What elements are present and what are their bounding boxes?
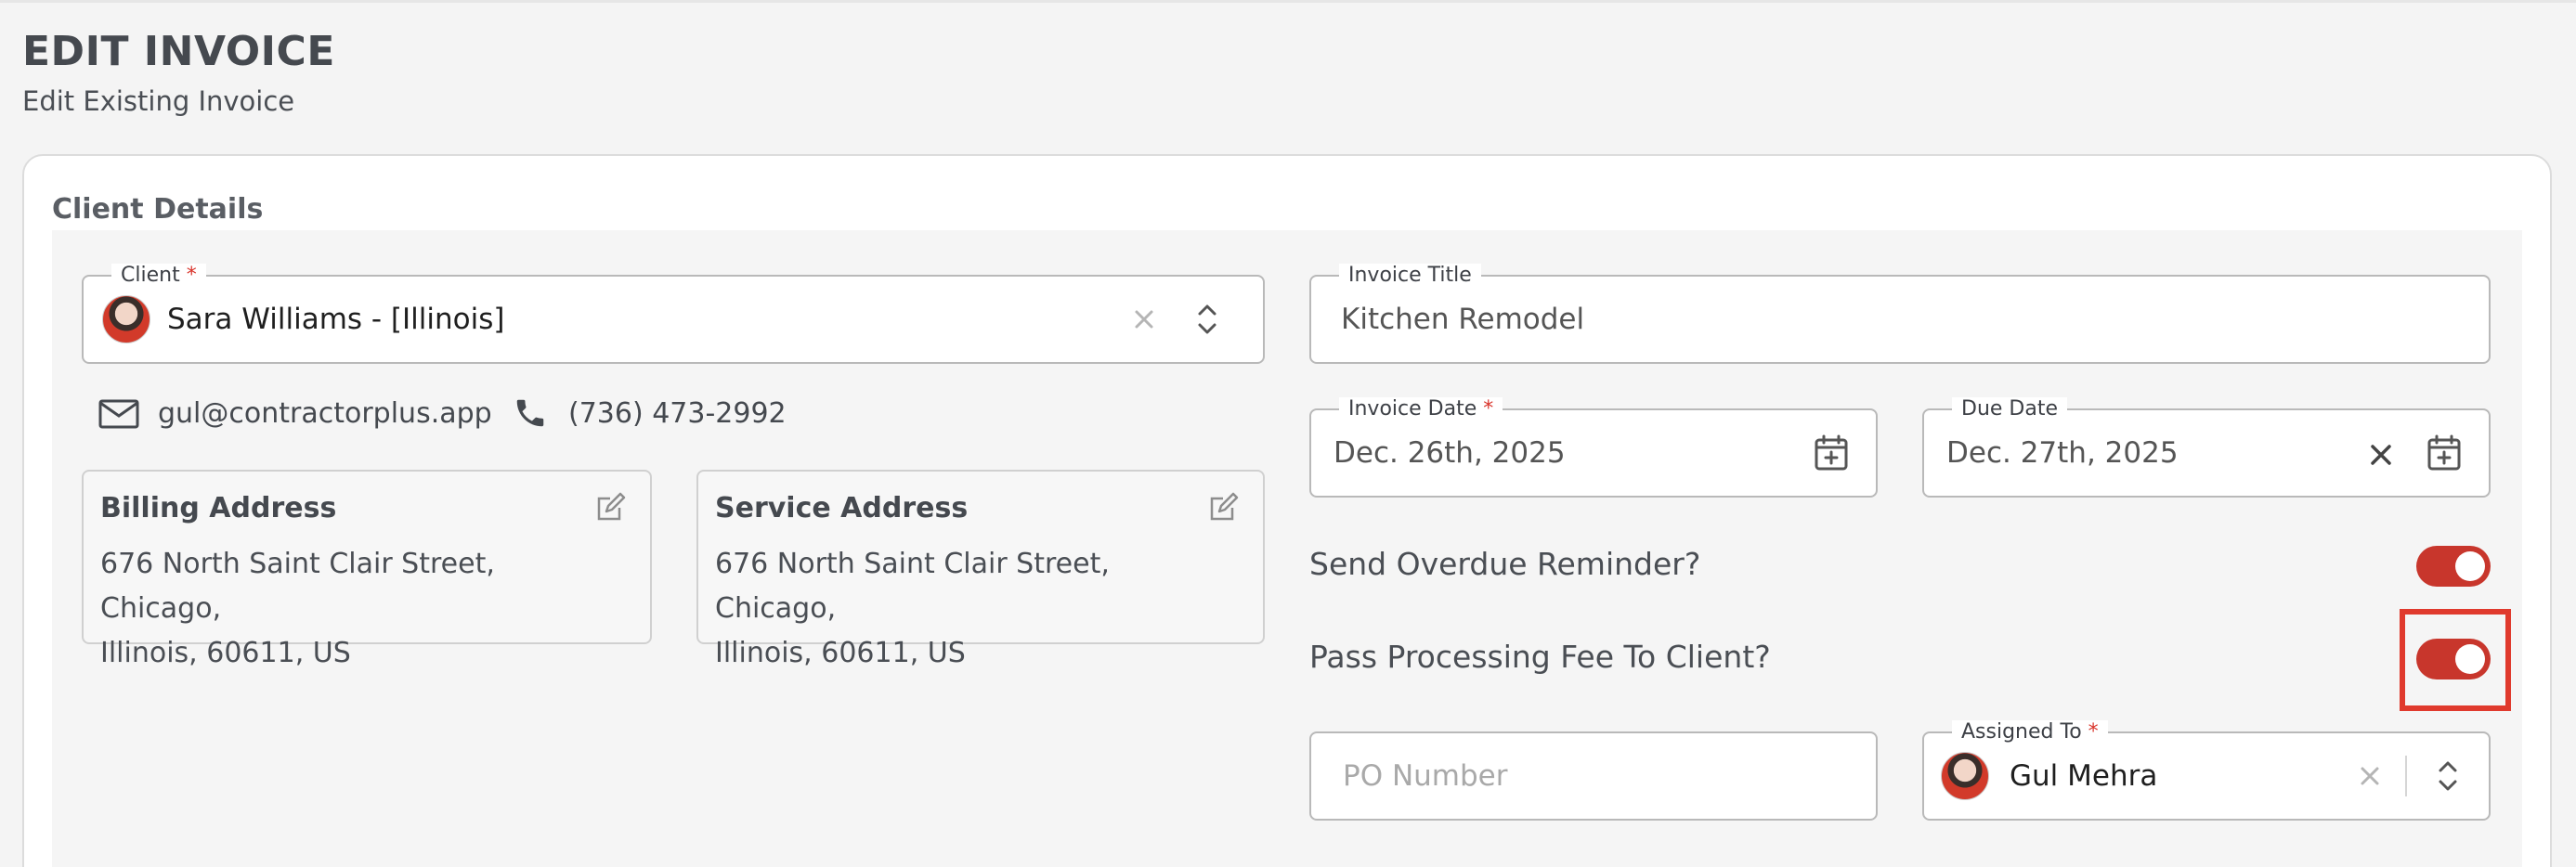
due-date-field[interactable]: Due Date Dec. 27th, 2025 xyxy=(1922,397,2491,498)
select-divider xyxy=(2405,756,2407,796)
po-number-placeholder: PO Number xyxy=(1343,759,1508,793)
phone-icon xyxy=(513,395,548,431)
processing-fee-label: Pass Processing Fee To Client? xyxy=(1309,639,1771,675)
service-address-card: Service Address 676 North Saint Clair St… xyxy=(696,470,1265,669)
billing-address-title: Billing Address xyxy=(100,492,337,524)
po-number-field[interactable]: PO Number xyxy=(1309,731,1878,821)
client-value: Sara Williams - [Illinois] xyxy=(167,303,505,336)
calendar-icon[interactable] xyxy=(1809,431,1854,475)
section-title: Client Details xyxy=(52,193,264,226)
invoice-title-field[interactable]: Invoice Title Kitchen Remodel xyxy=(1309,264,2491,364)
assigned-to-select[interactable]: Assigned To * Gul Mehra xyxy=(1922,720,2491,821)
due-date-value: Dec. 27th, 2025 xyxy=(1946,436,2179,470)
clear-client-icon[interactable] xyxy=(1122,297,1166,342)
highlight-box xyxy=(2400,609,2511,711)
billing-line2: Illinois, 60611, US xyxy=(100,637,351,669)
chevron-updown-icon[interactable] xyxy=(2426,754,2470,798)
edit-billing-icon[interactable] xyxy=(589,485,633,529)
chevron-updown-icon[interactable] xyxy=(1185,297,1229,342)
client-email-text: gul@contractorplus.app xyxy=(158,397,492,430)
billing-line1: 676 North Saint Clair Street, Chicago, xyxy=(100,548,495,625)
clear-due-date-icon[interactable] xyxy=(2359,433,2403,477)
calendar-icon[interactable] xyxy=(2422,431,2466,475)
client-phone: (736) 473-2992 xyxy=(513,395,787,431)
service-line1: 676 North Saint Clair Street, Chicago, xyxy=(715,548,1110,625)
service-address-text: 676 North Saint Clair Street, Chicago, I… xyxy=(715,542,1235,676)
client-select[interactable]: Client * Sara Williams - [Illinois] xyxy=(82,264,1265,364)
assigned-to-value: Gul Mehra xyxy=(2010,759,2158,793)
mail-icon xyxy=(98,399,139,429)
edit-service-icon[interactable] xyxy=(1202,485,1246,529)
clear-assignee-icon[interactable] xyxy=(2348,754,2392,798)
overdue-reminder-toggle[interactable] xyxy=(2416,546,2491,587)
billing-address-text: 676 North Saint Clair Street, Chicago, I… xyxy=(100,542,620,676)
top-border xyxy=(0,0,2576,3)
invoice-title-value: Kitchen Remodel xyxy=(1341,303,1585,336)
client-phone-text: (736) 473-2992 xyxy=(568,396,787,430)
invoice-date-value: Dec. 26th, 2025 xyxy=(1334,436,1566,470)
invoice-date-field[interactable]: Invoice Date * Dec. 26th, 2025 xyxy=(1309,397,1878,498)
page-subtitle: Edit Existing Invoice xyxy=(22,85,295,117)
page-title: EDIT INVOICE xyxy=(22,28,335,75)
assignee-avatar xyxy=(1941,752,1989,800)
client-email: gul@contractorplus.app xyxy=(98,397,492,430)
client-avatar xyxy=(102,295,150,343)
billing-address-card: Billing Address 676 North Saint Clair St… xyxy=(82,470,652,669)
toggle-knob xyxy=(2455,551,2485,581)
overdue-reminder-label: Send Overdue Reminder? xyxy=(1309,546,1701,582)
service-address-title: Service Address xyxy=(715,492,969,524)
service-line2: Illinois, 60611, US xyxy=(715,637,966,669)
